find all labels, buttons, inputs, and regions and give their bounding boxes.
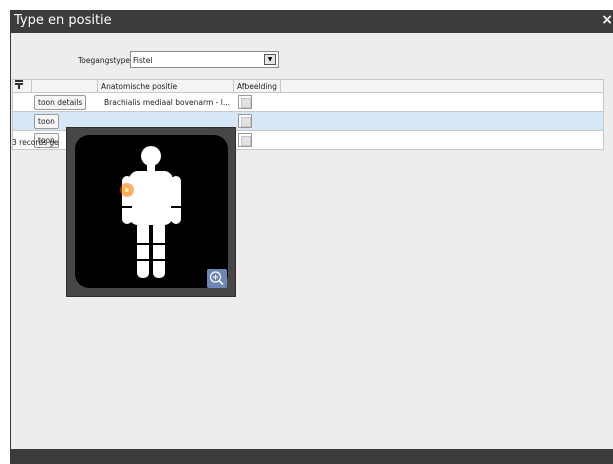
image-thumbnail[interactable] bbox=[238, 133, 252, 147]
dropdown-arrow-icon[interactable]: ▼ bbox=[264, 54, 276, 65]
access-type-select[interactable]: Fistel ▼ bbox=[130, 51, 279, 68]
table-header: Anatomische positie Afbeelding bbox=[12, 79, 604, 93]
position-cell: Brachialis mediaal bovenarm - l... bbox=[104, 98, 230, 107]
human-body-icon bbox=[120, 146, 181, 278]
body-image bbox=[75, 135, 228, 288]
show-details-button[interactable]: toon details bbox=[34, 95, 87, 110]
image-thumbnail[interactable] bbox=[238, 95, 252, 109]
access-type-value: Fistel bbox=[133, 56, 153, 65]
titlebar: Type en positie × bbox=[11, 10, 613, 33]
image-preview-popup bbox=[66, 127, 236, 297]
column-header-actions bbox=[32, 80, 98, 93]
table-row[interactable]: toon details Brachialis mediaal bovenarm… bbox=[12, 93, 604, 112]
access-type-label: Toegangstype bbox=[78, 56, 131, 65]
records-count: 3 records ge bbox=[12, 138, 59, 147]
image-thumbnail[interactable] bbox=[238, 114, 252, 128]
zoom-in-icon[interactable] bbox=[207, 269, 227, 288]
column-header-position[interactable]: Anatomische positie bbox=[98, 80, 234, 93]
filter-icon[interactable] bbox=[15, 80, 24, 94]
show-details-button[interactable]: toon bbox=[34, 114, 59, 129]
column-header-image[interactable]: Afbeelding bbox=[234, 80, 281, 93]
bottom-bar bbox=[10, 449, 613, 464]
window-title: Type en positie bbox=[14, 13, 112, 28]
column-filter-header[interactable] bbox=[13, 80, 32, 93]
close-icon[interactable]: × bbox=[601, 12, 613, 28]
